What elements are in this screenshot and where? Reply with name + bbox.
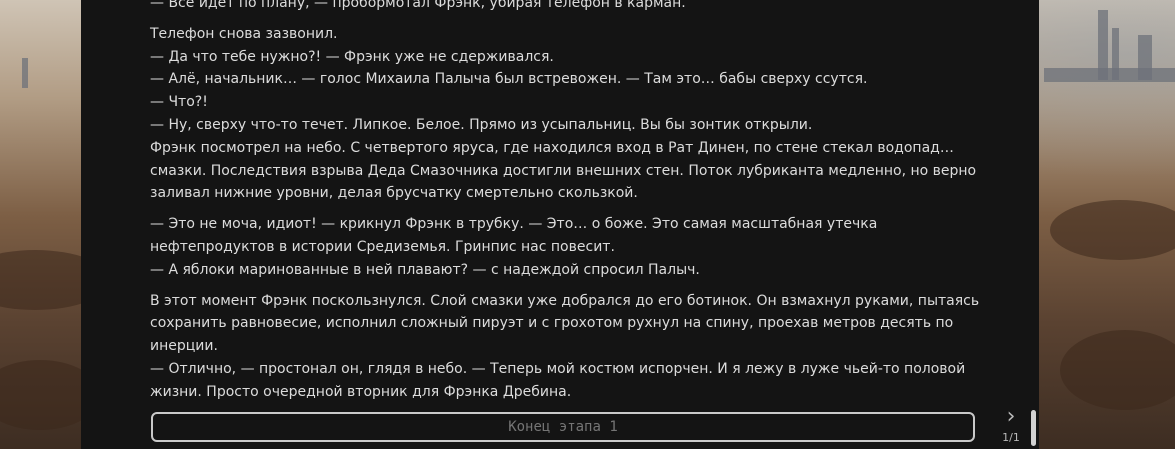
scrollbar-thumb[interactable]: [1031, 410, 1036, 446]
page-counter: 1/1: [1002, 431, 1020, 444]
command-input[interactable]: [153, 414, 973, 440]
story-paragraph: Телефон снова зазвонил. — Да что тебе нуж…: [150, 23, 1000, 205]
dune-right-2: [1060, 330, 1175, 410]
story-line: — Да что тебе нужно?! — Фрэнк уже не сде…: [150, 48, 554, 65]
story-panel: — Всё идет по плану, — пробормотал Фрэнк…: [81, 0, 1039, 449]
chevron-right-icon: ›: [1006, 404, 1016, 429]
story-line: Телефон снова зазвонил.: [150, 25, 338, 42]
story-line: В этот момент Фрэнк поскользнулся. Слой …: [150, 292, 980, 355]
story-line: — А яблоки маринованные в ней плавают? —…: [150, 261, 700, 278]
story-paragraph: — Это не моча, идиот! — крикнул Фрэнк в …: [150, 213, 1000, 281]
story-line: Фрэнк посмотрел на небо. С четвертого яр…: [150, 139, 977, 202]
ruin-tower-left: [22, 58, 28, 88]
dune-right-1: [1050, 200, 1175, 260]
story-line: — Алё, начальник… — голос Михаила Палыча…: [150, 71, 868, 88]
story-paragraph: — Всё идет по плану, — пробормотал Фрэнк…: [150, 0, 1000, 15]
story-line: — Это не моча, идиот! — крикнул Фрэнк в …: [150, 216, 878, 255]
story-line: — Отлично, — простонал он, глядя в небо.…: [150, 360, 966, 400]
story-line: — Ну, сверху что-то течет. Липкое. Белое…: [150, 116, 813, 133]
story-paragraph: В этот момент Фрэнк поскользнулся. Слой …: [150, 290, 1000, 404]
next-page-button[interactable]: ›: [999, 404, 1023, 430]
command-input-box[interactable]: [151, 412, 975, 442]
story-line: — Что?!: [150, 94, 208, 111]
ruin-wall: [1044, 68, 1175, 82]
story-text: — Всё идет по плану, — пробормотал Фрэнк…: [150, 0, 1000, 412]
story-line: — Всё идет по плану, — пробормотал Фрэнк…: [150, 0, 686, 11]
